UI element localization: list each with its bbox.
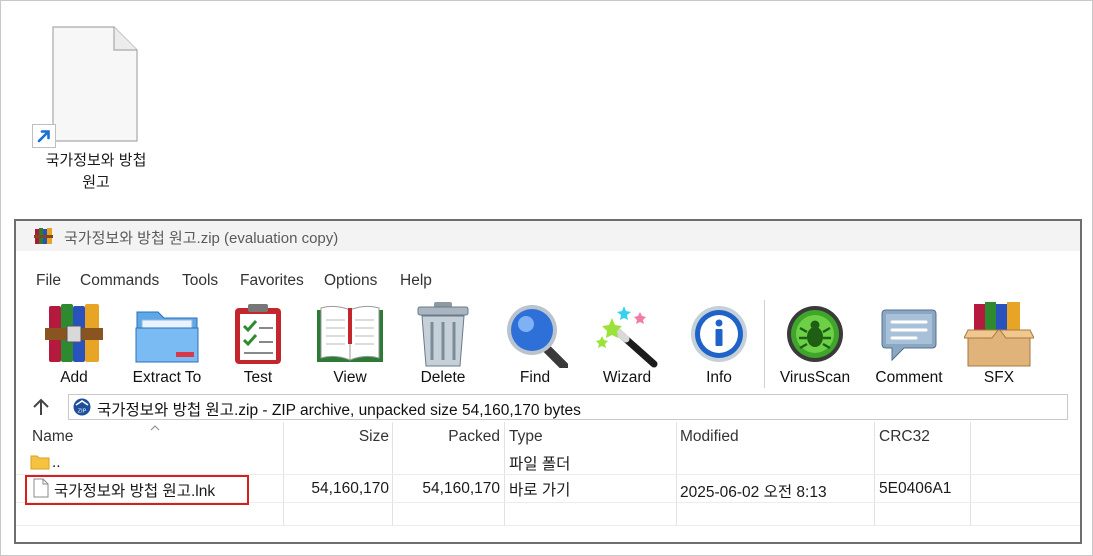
virusscan-label: VirusScan [779, 369, 851, 386]
find-label: Find [519, 369, 551, 386]
sfx-box-icon [964, 302, 1034, 367]
menu-help[interactable]: Help [400, 272, 432, 290]
magic-wand-icon [596, 306, 658, 368]
extract-to-label: Extract To [132, 369, 202, 386]
menu-tools[interactable]: Tools [182, 272, 218, 290]
column-size[interactable]: Size [283, 428, 389, 446]
add-button[interactable]: Add [40, 300, 108, 390]
wizard-button[interactable]: Wizard [594, 300, 660, 390]
add-archive-icon [45, 304, 103, 362]
up-arrow-icon[interactable] [30, 396, 52, 418]
magnifier-icon [507, 305, 568, 368]
menu-commands[interactable]: Commands [80, 272, 159, 290]
folder-extract-icon [135, 311, 199, 363]
test-label: Test [243, 369, 273, 386]
column-packed[interactable]: Packed [392, 428, 500, 446]
folder-icon [30, 455, 50, 470]
sfx-button[interactable]: SFX [964, 300, 1034, 390]
winrar-app-icon [34, 228, 53, 244]
table-row[interactable]: .. 파일 폴더 [16, 452, 1080, 474]
row-divider [16, 525, 1080, 526]
info-button[interactable]: Info [686, 300, 752, 390]
column-modified[interactable]: Modified [680, 428, 739, 446]
info-icon [691, 306, 747, 362]
speech-bubble-icon [881, 309, 937, 362]
trash-can-icon [417, 302, 469, 367]
open-book-icon [317, 305, 383, 362]
blank-file-icon [52, 26, 138, 142]
column-type[interactable]: Type [509, 428, 543, 446]
add-label: Add [60, 369, 88, 386]
bug-scan-icon [787, 306, 843, 362]
window-title: 국가정보와 방첩 원고.zip (evaluation copy) [64, 230, 339, 247]
row-name: .. [52, 454, 61, 471]
clipboard-check-icon [235, 304, 281, 364]
view-label: View [333, 369, 367, 386]
shortcut-label: 국가정보와 방첩 원고 [45, 152, 147, 191]
zip-file-icon: ZIP [73, 398, 91, 416]
row-modified: 2025-06-02 오전 8:13 [680, 484, 827, 501]
menu-bar: File Commands Tools Favorites Options He… [16, 272, 1080, 298]
delete-button[interactable]: Delete [410, 300, 476, 390]
toolbar: Add Extract To Test View Delete Find Wiz… [16, 300, 1080, 390]
row-type: 바로 가기 [509, 482, 571, 499]
row-crc32: 5E0406A1 [879, 480, 952, 497]
title-bar[interactable]: 국가정보와 방첩 원고.zip (evaluation copy) [16, 221, 1080, 251]
highlight-outline [25, 475, 249, 505]
menu-file[interactable]: File [36, 272, 61, 290]
view-button[interactable]: View [314, 300, 386, 390]
menu-favorites[interactable]: Favorites [240, 272, 304, 290]
wizard-label: Wizard [602, 369, 652, 386]
find-button[interactable]: Find [502, 300, 568, 390]
comment-button[interactable]: Comment [870, 300, 948, 390]
delete-label: Delete [420, 369, 466, 386]
column-header-row: Name Size Packed Type Modified CRC32 [16, 422, 1080, 452]
row-packed: 54,160,170 [422, 480, 500, 497]
svg-text:ZIP: ZIP [78, 409, 87, 415]
toolbar-separator [764, 300, 765, 388]
file-list: Name Size Packed Type Modified CRC32 .. … [16, 422, 1080, 542]
winrar-window: 국가정보와 방첩 원고.zip (evaluation copy) File C… [14, 219, 1082, 544]
menu-options[interactable]: Options [324, 272, 377, 290]
column-crc32[interactable]: CRC32 [879, 428, 930, 446]
row-size: 54,160,170 [311, 480, 389, 497]
address-bar: ZIP 국가정보와 방첩 원고.zip - ZIP archive, unpac… [16, 392, 1080, 422]
column-name[interactable]: Name [32, 428, 73, 446]
sfx-label: SFX [983, 369, 1015, 386]
archive-info-text: 국가정보와 방첩 원고.zip - ZIP archive, unpacked … [97, 402, 581, 419]
desktop-shortcut[interactable]: 국가정보와 방첩 원고 [30, 26, 162, 196]
shortcut-arrow-icon [32, 124, 56, 148]
sort-ascending-icon [150, 425, 160, 431]
path-field[interactable]: ZIP 국가정보와 방첩 원고.zip - ZIP archive, unpac… [68, 394, 1068, 420]
test-button[interactable]: Test [228, 300, 288, 390]
virusscan-button[interactable]: VirusScan [774, 300, 856, 390]
info-label: Info [706, 369, 732, 386]
extract-to-button[interactable]: Extract To [126, 300, 208, 390]
row-type: 파일 폴더 [509, 456, 571, 473]
comment-label: Comment [875, 369, 943, 386]
